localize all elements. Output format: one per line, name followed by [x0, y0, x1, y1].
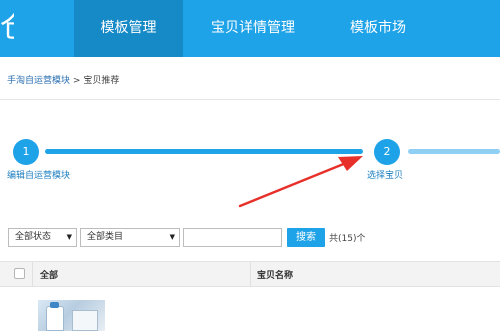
category-select-value: 全部类目: [87, 232, 124, 242]
column-separator: [250, 262, 251, 287]
breadcrumb: 手淘自运营模块 > 宝贝推荐: [7, 73, 119, 86]
column-separator: [32, 262, 33, 287]
breadcrumb-current: 宝贝推荐: [83, 76, 120, 86]
status-select-value: 全部状态: [15, 232, 52, 242]
logo: 仓: [0, 10, 14, 46]
select-all-checkbox[interactable]: [14, 268, 25, 279]
product-thumbnail[interactable]: [38, 300, 105, 331]
step-2-label: 选择宝贝: [367, 171, 404, 181]
top-navigation-bar: 仓 模板管理 宝贝详情管理 模板市场: [0, 0, 500, 57]
breadcrumb-separator: >: [72, 76, 81, 86]
step-progress-line-pending: [408, 149, 500, 154]
search-input[interactable]: [183, 228, 282, 247]
dropdown-arrow-icon: ▼: [66, 233, 72, 241]
step-progress-line-completed: [45, 149, 363, 154]
status-select[interactable]: 全部状态 ▼: [8, 228, 77, 247]
column-header-item-name: 宝贝名称: [257, 271, 294, 281]
nav-tab-template-management[interactable]: 模板管理: [74, 0, 183, 57]
result-count: 共(15)个: [329, 234, 366, 244]
header-divider: [0, 99, 500, 100]
step-1-label: 编辑自运营模块: [7, 171, 71, 181]
nav-tab-template-market[interactable]: 模板市场: [323, 0, 433, 57]
step-2-circle: 2: [374, 139, 400, 165]
dropdown-arrow-icon: ▼: [169, 233, 175, 241]
product-cap-graphic: [50, 302, 59, 308]
product-bottle-graphic: [46, 306, 64, 331]
nav-tab-item-detail-management[interactable]: 宝贝详情管理: [183, 0, 323, 57]
column-header-all: 全部: [40, 271, 59, 281]
step-1-circle: 1: [13, 139, 39, 165]
category-select[interactable]: 全部类目 ▼: [80, 228, 180, 247]
product-box-graphic: [72, 310, 98, 331]
search-button[interactable]: 搜索: [287, 228, 325, 247]
breadcrumb-link[interactable]: 手淘自运营模块: [7, 76, 70, 86]
